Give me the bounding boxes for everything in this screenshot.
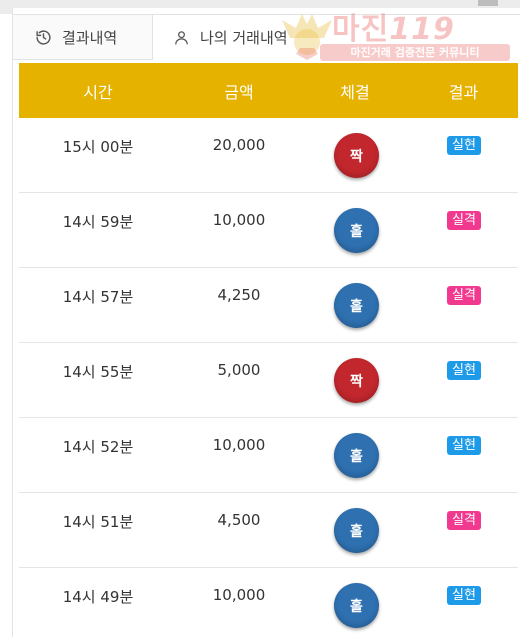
fill-ball: 홀 — [334, 208, 379, 253]
tab-results-label: 결과내역 — [62, 28, 118, 47]
tab-results-history[interactable]: 결과내역 — [12, 14, 152, 60]
row-time: 14시 52분 — [62, 438, 134, 456]
tab-bar: 결과내역 나의 거래내역 — [12, 14, 520, 60]
row-amount: 4,250 — [217, 286, 261, 304]
table-row: 14시 59분 10,000 홀 실격 — [19, 193, 518, 268]
fill-ball: 홀 — [334, 583, 379, 628]
table-header: 시간 금액 체결 결과 — [19, 63, 518, 118]
row-time: 14시 51분 — [62, 513, 134, 531]
result-badge: 실격 — [447, 511, 481, 530]
trade-list: 15시 00분 20,000 짝 실현 14시 59분 10,000 홀 실격 … — [19, 118, 518, 637]
tab-mine-label: 나의 거래내역 — [200, 29, 288, 47]
fill-ball: 짝 — [334, 358, 379, 403]
scrollbar-thumb[interactable] — [478, 0, 498, 6]
row-time: 15시 00분 — [62, 138, 134, 156]
table-row: 15시 00분 20,000 짝 실현 — [19, 118, 518, 193]
result-badge: 실격 — [447, 211, 481, 230]
tab-my-trades[interactable]: 나의 거래내역 — [152, 14, 520, 60]
fill-ball: 홀 — [334, 283, 379, 328]
table-row: 14시 52분 10,000 홀 실현 — [19, 418, 518, 493]
row-time: 14시 49분 — [62, 588, 134, 606]
fill-ball: 홀 — [334, 508, 379, 553]
result-badge: 실현 — [447, 436, 481, 455]
row-amount: 4,500 — [217, 511, 261, 529]
result-badge: 실현 — [447, 586, 481, 605]
history-icon — [36, 29, 51, 45]
table-row: 14시 49분 10,000 홀 실현 — [19, 568, 518, 637]
header-time: 시간 — [83, 82, 113, 102]
user-icon — [175, 31, 188, 45]
table-row: 14시 57분 4,250 홀 실격 — [19, 268, 518, 343]
result-badge: 실격 — [447, 286, 481, 305]
result-badge: 실현 — [447, 361, 481, 380]
result-badge: 실현 — [447, 136, 481, 155]
row-amount: 10,000 — [212, 586, 266, 604]
table-row: 14시 55분 5,000 짝 실현 — [19, 343, 518, 418]
fill-ball: 짝 — [334, 133, 379, 178]
row-amount: 10,000 — [212, 436, 266, 454]
header-result: 결과 — [448, 82, 479, 102]
row-amount: 10,000 — [212, 211, 266, 229]
row-time: 14시 55분 — [62, 363, 134, 381]
header-fill: 체결 — [340, 82, 370, 102]
row-amount: 5,000 — [217, 361, 261, 379]
row-time: 14시 57분 — [62, 288, 134, 306]
table-row: 14시 51분 4,500 홀 실격 — [19, 493, 518, 568]
header-amount: 금액 — [224, 82, 254, 102]
row-amount: 20,000 — [212, 136, 266, 154]
fill-ball: 홀 — [334, 433, 379, 478]
row-time: 14시 59분 — [62, 213, 134, 231]
